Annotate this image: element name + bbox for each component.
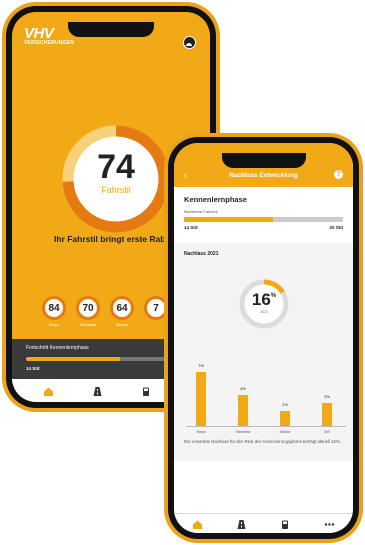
road-icon[interactable] bbox=[236, 519, 247, 530]
phone-right: ‹ Nachlass Entwicklung ? Kennenlernphase… bbox=[164, 133, 363, 543]
driving-score-label: Fahrstil bbox=[101, 185, 131, 195]
discount-message: Ihr Fahrstil bringt erste Rabatt bbox=[54, 234, 176, 244]
range-start: 14 Std bbox=[184, 225, 198, 230]
bar-value-label: 2% bbox=[282, 401, 288, 407]
discount-bar-chart: 7% Tempo 4% Fahrweise 2% Strecke 3% Zeit bbox=[186, 356, 346, 434]
logo-subline: VERSICHERUNGEN bbox=[24, 40, 75, 46]
learning-phase-track bbox=[184, 217, 343, 222]
page-title: Nachlass Entwicklung bbox=[229, 172, 298, 179]
bar-category-label: Tempo bbox=[196, 430, 206, 434]
bar-strecke bbox=[280, 410, 290, 426]
more-icon[interactable] bbox=[324, 519, 335, 530]
profile-avatar-icon[interactable] bbox=[183, 36, 196, 49]
discount-section: Nachlass 2021 16% 2021 7% Tempo 4% Fahrweis… bbox=[174, 243, 353, 461]
phone-notch bbox=[68, 22, 154, 37]
phone-notch bbox=[221, 153, 306, 168]
sub-score-label: Fahrweise bbox=[79, 323, 97, 327]
learning-phase-range: 14 Std 20 Std bbox=[184, 225, 343, 230]
discount-number: 16 bbox=[251, 290, 271, 309]
sub-score-tempo[interactable]: 84 Tempo bbox=[42, 296, 66, 327]
discount-ring: 16% 2021 bbox=[238, 278, 290, 330]
discount-note: Der erwartete Nachlass für den Rest des … bbox=[184, 439, 341, 444]
vhv-logo: VHV VERSICHERUNGEN bbox=[24, 26, 74, 46]
bar-value-label: 3% bbox=[324, 393, 330, 399]
bar-zeit bbox=[322, 402, 332, 426]
progress-fill bbox=[26, 357, 120, 361]
sub-score-label: Tempo bbox=[48, 323, 60, 327]
learning-phase-card: Kennenlernphase Bewertete Fahrzeit 14 St… bbox=[174, 187, 353, 240]
discount-unit: % bbox=[270, 293, 277, 299]
discount-year: 2021 bbox=[260, 310, 268, 314]
phone-screen-discount-development: ‹ Nachlass Entwicklung ? Kennenlernphase… bbox=[174, 143, 353, 533]
card-subtitle: Bewertete Fahrzeit bbox=[184, 209, 218, 214]
home-icon[interactable] bbox=[192, 519, 203, 530]
logo-wordmark: VHV bbox=[24, 25, 54, 42]
bar-category-label: Fahrweise bbox=[235, 430, 251, 434]
bar-category-label: Strecke bbox=[279, 430, 291, 434]
sub-score-strecke[interactable]: 64 Strecke bbox=[110, 296, 134, 327]
driving-score-gauge: 74 Fahrstil bbox=[58, 121, 174, 237]
fuel-icon[interactable] bbox=[141, 386, 152, 397]
road-icon[interactable] bbox=[92, 386, 103, 397]
bar-value-label: 4% bbox=[240, 386, 246, 391]
discount-value: 16% bbox=[238, 290, 290, 310]
sub-score-value: 70 bbox=[76, 296, 100, 320]
bar-fahrweise bbox=[238, 395, 248, 426]
card-title: Kennenlernphase bbox=[184, 195, 247, 204]
range-end: 20 Std bbox=[329, 225, 343, 230]
sub-score-label: Strecke bbox=[116, 323, 128, 327]
learning-phase-fill bbox=[184, 217, 274, 222]
bottom-tab-bar bbox=[174, 513, 353, 533]
fuel-icon[interactable] bbox=[280, 519, 291, 530]
sub-score-value: 84 bbox=[42, 296, 66, 320]
help-icon[interactable]: ? bbox=[334, 170, 343, 179]
sub-score-value: 64 bbox=[110, 296, 134, 320]
bar-tempo bbox=[196, 371, 206, 426]
home-icon[interactable] bbox=[43, 386, 54, 397]
driving-score-value: 74 bbox=[97, 148, 135, 186]
bar-value-label: 7% bbox=[198, 362, 204, 368]
section-title: Nachlass 2021 bbox=[184, 251, 219, 257]
bar-category-label: Zeit bbox=[324, 430, 330, 434]
sub-score-fahrweise[interactable]: 70 Fahrweise bbox=[76, 296, 100, 327]
